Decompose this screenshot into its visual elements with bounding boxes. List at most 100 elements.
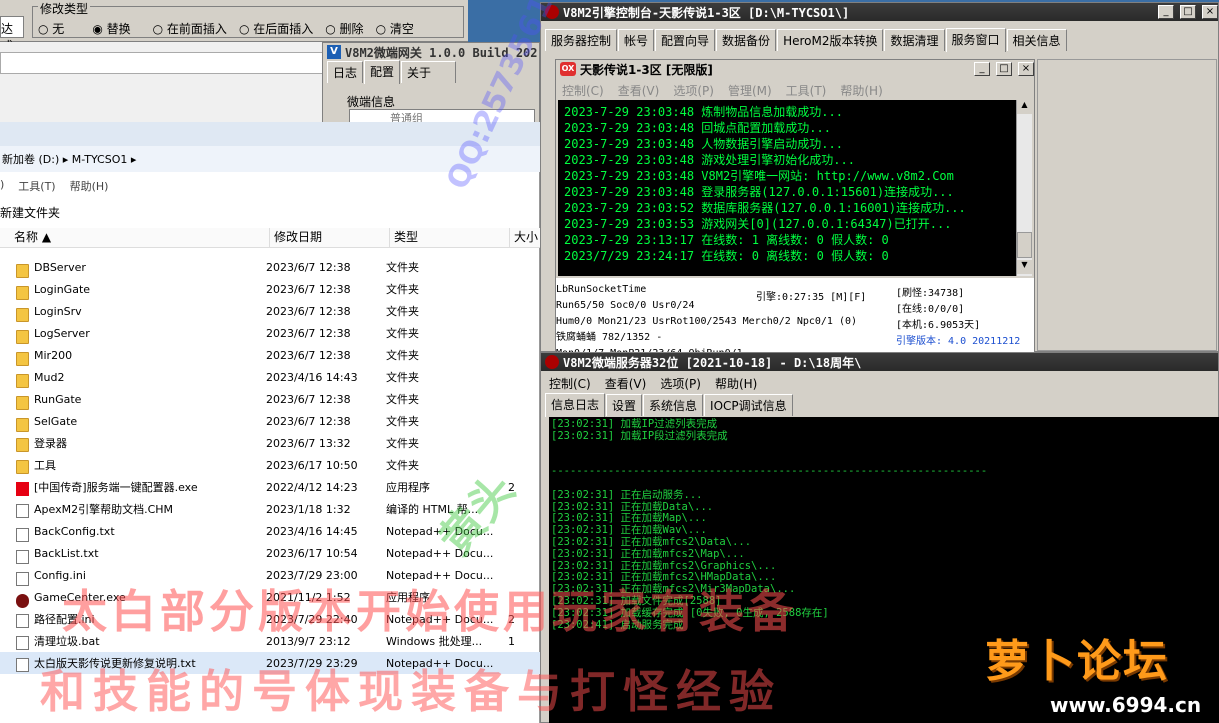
file-row[interactable]: BackList.txt 2023/6/17 10:54 Notepad++ Doc… (0, 542, 540, 564)
engine-tab[interactable]: 相关信息 (1006, 29, 1067, 51)
file-name: 工具 (34, 459, 56, 472)
file-type: 文件夹 (386, 459, 419, 472)
file-row[interactable]: 路径配置.ini 2023/7/29 22:40 Notepad++ Docu...… (0, 608, 540, 630)
file-row[interactable]: 太白版天影传说更新修复说明.txt 2023/7/29 23:29 Notepad+… (0, 652, 540, 674)
file-name: BackConfig.txt (34, 524, 115, 538)
menu-item[interactable]: 查看(V) (618, 82, 660, 99)
file-row[interactable]: [中国传奇]服务端一键配置器.exe 2022/4/12 14:23 应用程序 2 (0, 476, 540, 498)
file-type: Windows 批处理... (386, 635, 483, 648)
server-title: V8M2微端服务器32位 [2021-10-18] - D:\18周年\ (563, 355, 862, 370)
menu-partial[interactable]: ) (0, 178, 4, 194)
log-line: [23:02:41] 启动服务完成 (551, 618, 684, 631)
status-line: 引擎版本: 4.0 20211212 (896, 336, 1021, 347)
file-date: 2023/4/16 14:45 (266, 524, 358, 538)
menu-item[interactable]: 查看(V) (605, 375, 647, 392)
file-row[interactable]: Config.ini 2023/7/29 23:00 Notepad++ Docu.… (0, 564, 540, 586)
menu-item[interactable]: 控制(C) (562, 82, 604, 99)
file-type: 文件夹 (386, 283, 419, 296)
file-date: 2023/6/7 12:38 (266, 260, 351, 274)
file-row[interactable]: Mir200 2023/6/7 12:38 文件夹 (0, 344, 540, 366)
menu-tools[interactable]: 工具(T) (18, 178, 55, 194)
radio-clear[interactable]: ○ 清空 (376, 20, 414, 37)
v8-logo-icon (545, 5, 559, 19)
menu-item[interactable]: 帮助(H) (840, 82, 882, 99)
zone-maximize-button[interactable]: □ (996, 62, 1012, 76)
menu-item[interactable]: 选项(P) (673, 82, 714, 99)
file-date: 2023/6/7 12:38 (266, 392, 351, 406)
file-name: [中国传奇]服务端一键配置器.exe (34, 481, 198, 494)
col-type[interactable]: 类型 (390, 228, 510, 247)
gateway-titlebar: V V8M2微端网关 1.0.0 Build 202 (323, 43, 539, 61)
radio-insert-after[interactable]: ○ 在后面插入 (239, 20, 313, 37)
zone-titlebar: OX 天影传说1-3区 [无限版] _ □ × (556, 60, 1034, 78)
menu-item[interactable]: 工具(T) (786, 82, 827, 99)
folder-icon (16, 263, 29, 278)
file-row[interactable]: Mud2 2023/4/16 14:43 文件夹 (0, 366, 540, 388)
file-row[interactable]: GameCenter.exe 2021/11/2 1:52 应用程序 (0, 586, 540, 608)
file-row[interactable]: LoginGate 2023/6/7 12:38 文件夹 (0, 278, 540, 300)
maximize-button[interactable]: □ (1180, 5, 1196, 19)
col-date[interactable]: 修改日期 (270, 228, 390, 247)
log-line: 2023-7-29 23:03:53 游戏网关[0](127.0.0.1:643… (564, 217, 952, 231)
radio-delete[interactable]: ○ 删除 (325, 20, 363, 37)
menu-item[interactable]: 选项(P) (660, 375, 701, 392)
log-line: [23:02:31] 加载缓存完成 [0失败, 0生成, 2588存在] (551, 606, 829, 619)
file-row[interactable]: LogServer 2023/6/7 12:38 文件夹 (0, 322, 540, 344)
engine-tab[interactable]: 帐号 (618, 29, 655, 51)
file-date: 2023/6/7 12:38 (266, 304, 351, 318)
tab-log[interactable]: 日志 (327, 61, 364, 83)
server-tab[interactable]: 系统信息 (643, 394, 704, 416)
breadcrumb[interactable]: 新加卷 (D:) ▸ M-TYCSO1 ▸ (0, 146, 540, 172)
file-name: GameCenter.exe (34, 590, 126, 604)
menu-item[interactable]: 帮助(H) (715, 375, 757, 392)
radio-replace[interactable]: ◉ 替换 (92, 20, 130, 37)
radio-none[interactable]: ○ 无 (38, 20, 64, 37)
gateway-window: V V8M2微端网关 1.0.0 Build 202 日志 配置 关于 微端信息… (322, 42, 540, 127)
file-type: 文件夹 (386, 415, 419, 428)
engine-tab[interactable]: 服务窗口 (945, 28, 1006, 52)
file-row[interactable]: SelGate 2023/6/7 12:38 文件夹 (0, 410, 540, 432)
close-button[interactable]: × (1202, 5, 1218, 19)
file-type: 文件夹 (386, 393, 419, 406)
file-row[interactable]: 登录器 2023/6/7 13:32 文件夹 (0, 432, 540, 454)
status-line: [刷怪:34738] (896, 288, 965, 299)
file-date: 2023/6/7 13:32 (266, 436, 351, 450)
file-row[interactable]: RunGate 2023/6/7 12:38 文件夹 (0, 388, 540, 410)
col-size[interactable]: 大小 (510, 228, 540, 247)
engine-tab[interactable]: 服务器控制 (545, 29, 618, 51)
server-tab[interactable]: IOCP调试信息 (704, 394, 793, 416)
flag-icon (16, 482, 29, 496)
file-row[interactable]: DBServer 2023/6/7 12:38 文件夹 (0, 256, 540, 278)
server-menu: 控制(C) 查看(V) 选项(P) 帮助(H) (541, 371, 1218, 396)
folder-icon (16, 460, 29, 474)
minimize-button[interactable]: _ (1158, 5, 1174, 19)
col-name[interactable]: 名称 ▲ (0, 228, 270, 247)
engine-tab[interactable]: 配置向导 (655, 29, 716, 51)
menu-item[interactable]: 管理(M) (728, 82, 772, 99)
server-tab[interactable]: 设置 (606, 394, 643, 416)
status-line: [本机:6.9053天] (896, 320, 981, 331)
log-scrollbar[interactable]: ▲ ▼ (1016, 100, 1032, 276)
file-row[interactable]: BackConfig.txt 2023/4/16 14:45 Notepad++ D… (0, 520, 540, 542)
zone-close-button[interactable]: × (1018, 62, 1034, 76)
file-date: 2023/6/7 12:38 (266, 414, 351, 428)
file-type: Notepad++ Docu... (386, 524, 494, 538)
tab-config[interactable]: 配置 (364, 60, 401, 84)
file-row[interactable]: ApexM2引擎帮助文档.CHM 2023/1/18 1:32 编译的 HTML 帮… (0, 498, 540, 520)
menu-help[interactable]: 帮助(H) (70, 178, 109, 194)
engine-tab[interactable]: HeroM2版本转换 (777, 29, 884, 51)
engine-tab[interactable]: 数据备份 (716, 29, 777, 51)
file-type: Notepad++ Docu... (386, 656, 494, 670)
file-row[interactable]: 工具 2023/6/17 10:50 文件夹 (0, 454, 540, 476)
zone-minimize-button[interactable]: _ (974, 62, 990, 76)
engine-tab[interactable]: 数据清理 (884, 29, 945, 51)
tab-about[interactable]: 关于 (401, 61, 457, 83)
log-line: 2023-7-29 23:03:48 登录服务器(127.0.0.1:15601… (564, 185, 954, 199)
file-row[interactable]: LoginSrv 2023/6/7 12:38 文件夹 (0, 300, 540, 322)
app-icon (16, 593, 29, 608)
new-folder-button[interactable]: 新建文件夹 (0, 204, 60, 221)
server-tab[interactable]: 信息日志 (545, 393, 606, 417)
file-row[interactable]: 清理垃圾.bat 2013/9/7 23:12 Windows 批处理... 1 (0, 630, 540, 652)
radio-insert-before[interactable]: ○ 在前面插入 (153, 20, 227, 37)
menu-item[interactable]: 控制(C) (549, 375, 591, 392)
